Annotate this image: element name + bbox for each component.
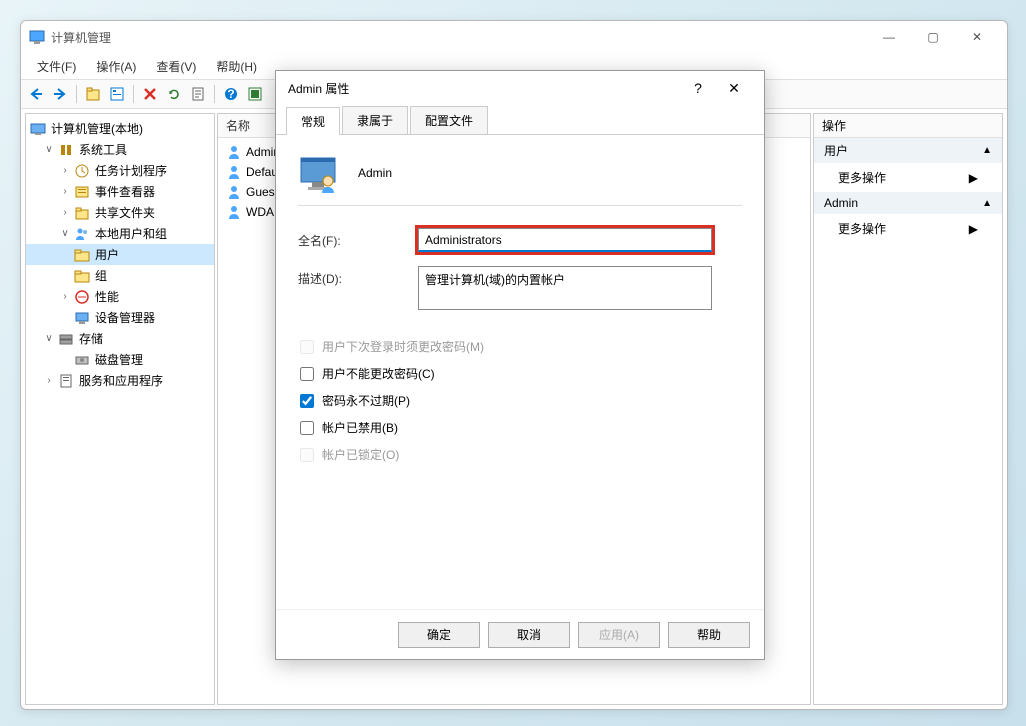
desc-label: 描述(D): [298, 266, 418, 287]
svg-text:?: ? [227, 87, 234, 101]
forward-button[interactable] [49, 83, 71, 105]
refresh-button[interactable] [163, 83, 185, 105]
tree-localusers[interactable]: ∨本地用户和组 [26, 223, 214, 244]
chevron-up-icon: ▲ [982, 198, 992, 209]
menu-view[interactable]: 查看(V) [148, 55, 204, 78]
tab-memberof[interactable]: 隶属于 [342, 106, 408, 134]
menu-help[interactable]: 帮助(H) [208, 55, 265, 78]
tree-scheduler[interactable]: ›任务计划程序 [26, 160, 214, 181]
dialog-title: Admin 属性 [288, 80, 680, 97]
tree-perf[interactable]: ›性能 [26, 286, 214, 307]
action-more-1[interactable]: 更多操作▶ [814, 163, 1002, 192]
titlebar: 计算机管理 — ▢ ✕ [21, 21, 1007, 53]
tree-diskmgmt[interactable]: 磁盘管理 [26, 349, 214, 370]
apply-button[interactable]: 应用(A) [578, 622, 660, 648]
chevron-up-icon: ▲ [982, 145, 992, 156]
export-button[interactable] [187, 83, 209, 105]
dialog-username: Admin [358, 166, 392, 180]
help-icon[interactable]: ? [220, 83, 242, 105]
minimize-button[interactable]: — [867, 22, 911, 52]
dialog-help-button[interactable]: ? [680, 80, 716, 96]
dialog-close-button[interactable]: ✕ [716, 80, 752, 97]
tree-panel: 计算机管理(本地) ∨系统工具 ›任务计划程序 ›事件查看器 ›共享文件夹 ∨本… [25, 113, 215, 705]
tree-shared[interactable]: ›共享文件夹 [26, 202, 214, 223]
fullname-input[interactable] [418, 228, 712, 252]
window-title: 计算机管理 [51, 29, 867, 46]
help-button[interactable]: 帮助 [668, 622, 750, 648]
tab-general[interactable]: 常规 [286, 107, 340, 135]
tree-users[interactable]: 用户 [26, 244, 214, 265]
action-group-users[interactable]: 用户▲ [814, 138, 1002, 163]
menu-action[interactable]: 操作(A) [88, 55, 144, 78]
properties-dialog: Admin 属性 ? ✕ 常规 隶属于 配置文件 Admin 全名(F): 描述… [275, 70, 765, 660]
chevron-right-icon: ▶ [969, 222, 978, 236]
menu-file[interactable]: 文件(F) [29, 55, 84, 78]
checkbox-never-expire[interactable]: 密码永不过期(P) [300, 392, 742, 409]
dialog-titlebar: Admin 属性 ? ✕ [276, 71, 764, 105]
dialog-tabs: 常规 隶属于 配置文件 [276, 105, 764, 135]
tree-eventviewer[interactable]: ›事件查看器 [26, 181, 214, 202]
user-large-icon [298, 153, 338, 193]
action-group-admin[interactable]: Admin▲ [814, 192, 1002, 214]
desc-textarea[interactable] [418, 266, 712, 310]
delete-button[interactable] [139, 83, 161, 105]
action-more-2[interactable]: 更多操作▶ [814, 214, 1002, 243]
tab-profile[interactable]: 配置文件 [410, 106, 488, 134]
fullname-label: 全名(F): [298, 228, 418, 249]
chevron-right-icon: ▶ [969, 171, 978, 185]
cancel-button[interactable]: 取消 [488, 622, 570, 648]
checkbox-cannot-change[interactable]: 用户不能更改密码(C) [300, 365, 742, 382]
tree-root[interactable]: 计算机管理(本地) [26, 118, 214, 139]
maximize-button[interactable]: ▢ [911, 22, 955, 52]
app-icon [29, 29, 45, 45]
properties-button[interactable] [106, 83, 128, 105]
tree-storage[interactable]: ∨存储 [26, 328, 214, 349]
ok-button[interactable]: 确定 [398, 622, 480, 648]
close-button[interactable]: ✕ [955, 22, 999, 52]
view-icon[interactable] [244, 83, 266, 105]
back-button[interactable] [25, 83, 47, 105]
tree-systools[interactable]: ∨系统工具 [26, 139, 214, 160]
up-button[interactable] [82, 83, 104, 105]
action-panel: 操作 用户▲ 更多操作▶ Admin▲ 更多操作▶ [813, 113, 1003, 705]
checkbox-locked: 帐户已锁定(O) [300, 446, 742, 463]
action-panel-header: 操作 [814, 114, 1002, 138]
tree-services[interactable]: ›服务和应用程序 [26, 370, 214, 391]
checkbox-disabled[interactable]: 帐户已禁用(B) [300, 419, 742, 436]
tree-devmgr[interactable]: 设备管理器 [26, 307, 214, 328]
tree-groups[interactable]: 组 [26, 265, 214, 286]
checkbox-change-password: 用户下次登录时须更改密码(M) [300, 338, 742, 355]
